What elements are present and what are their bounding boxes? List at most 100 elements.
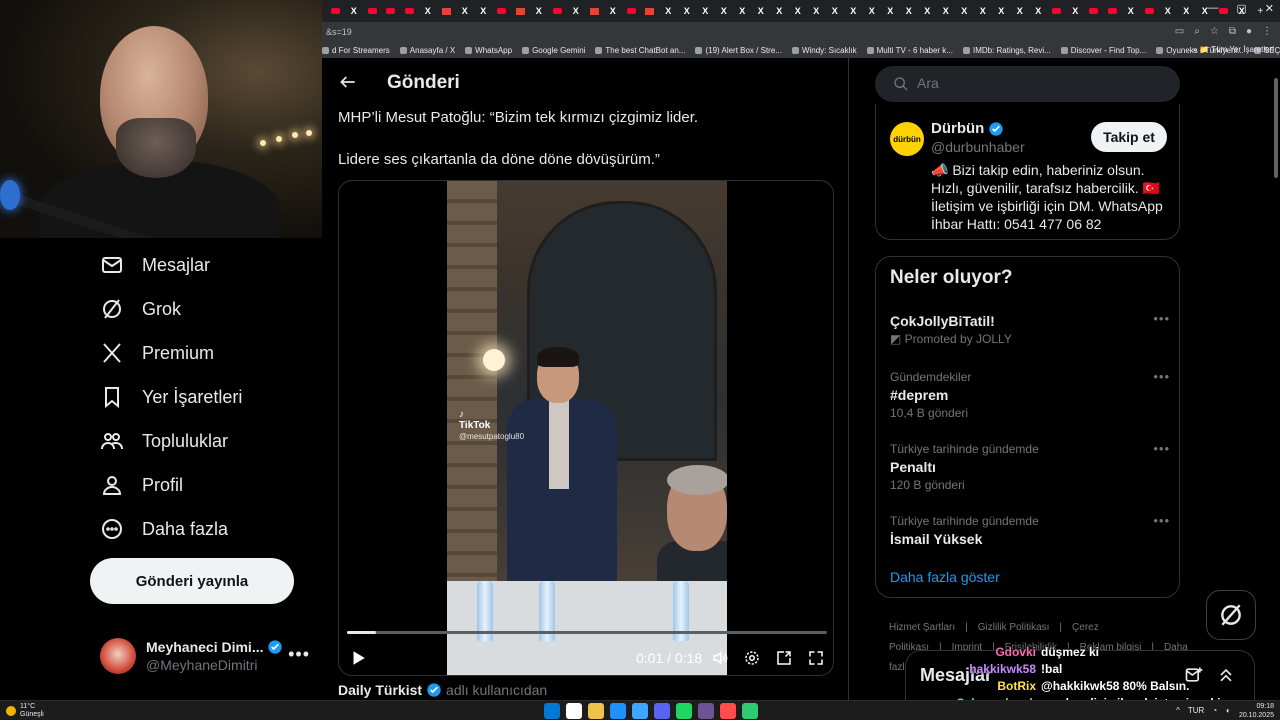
bookmark-item[interactable]: IMDb: Ratings, Revi...	[962, 46, 1051, 55]
browser-tab[interactable]: X	[807, 3, 826, 19]
trend-item[interactable]: ÇokJollyBiTatil! ◩ Promoted by JOLLY •••	[890, 311, 1170, 347]
picture-in-picture-icon[interactable]	[775, 649, 793, 667]
browser-tab[interactable]: X	[530, 3, 549, 19]
browser-tab[interactable]	[585, 3, 604, 19]
browser-tab[interactable]	[1140, 3, 1159, 19]
bookmark-item[interactable]: Windy: Sıcaklık	[791, 46, 857, 55]
browser-tab[interactable]	[622, 3, 641, 19]
browser-tab[interactable]: X	[881, 3, 900, 19]
browser-tab[interactable]	[548, 3, 567, 19]
grok-button[interactable]	[1206, 590, 1256, 640]
browser-tab[interactable]	[326, 3, 345, 19]
page-scrollbar[interactable]	[1273, 58, 1279, 700]
browser-tab[interactable]	[437, 3, 456, 19]
browser-tab[interactable]: X	[733, 3, 752, 19]
browser-tab[interactable]	[363, 3, 382, 19]
taskbar-app-icon[interactable]	[720, 703, 736, 719]
search-input[interactable]	[917, 75, 1157, 91]
all-bookmarks[interactable]: » 📁 Tüm Yer İşaretleri	[1193, 45, 1274, 54]
browser-tab[interactable]: X	[419, 3, 438, 19]
trend-item[interactable]: Gündemdekiler #deprem 10,4 B gönderi •••	[890, 369, 1170, 421]
trend-item[interactable]: Türkiye tarihinde gündemde Penaltı 120 B…	[890, 441, 1170, 493]
browser-tab[interactable]: X	[1011, 3, 1030, 19]
video-progress-bar[interactable]	[347, 631, 827, 634]
browser-tab[interactable]: X	[696, 3, 715, 19]
taskbar-app-icon[interactable]	[632, 703, 648, 719]
star-icon[interactable]: ☆	[1210, 26, 1219, 37]
durbun-logo[interactable]: dürbün	[890, 122, 924, 156]
taskbar-app-icon[interactable]	[544, 703, 560, 719]
trend-more-icon[interactable]: •••	[1153, 311, 1170, 326]
browser-tab[interactable]	[1085, 3, 1104, 19]
chevron-up-icon[interactable]: ^	[1176, 706, 1180, 715]
browser-tab[interactable]: X	[474, 3, 493, 19]
zoom-icon[interactable]: ⌕	[1194, 26, 1200, 37]
close-icon[interactable]: ✕	[1265, 2, 1274, 15]
browser-tab[interactable]	[1103, 3, 1122, 19]
browser-tab[interactable]	[511, 3, 530, 19]
speaker-icon[interactable]: ◖	[1225, 706, 1230, 715]
taskbar-app-icon[interactable]	[698, 703, 714, 719]
browser-tab[interactable]: X	[604, 3, 623, 19]
browser-tab[interactable]: X	[752, 3, 771, 19]
post-button[interactable]: Gönderi yayınla	[90, 558, 294, 604]
browser-tab[interactable]: X	[345, 3, 364, 19]
browser-tab[interactable]: X	[456, 3, 475, 19]
taskbar-app-icon[interactable]	[566, 703, 582, 719]
taskbar-app-icon[interactable]	[588, 703, 604, 719]
account-more-icon[interactable]: •••	[288, 644, 310, 665]
weather-widget[interactable]: 11°C Güneşli	[6, 703, 44, 719]
nav-item-profile[interactable]: Profil	[100, 470, 183, 500]
browser-tab[interactable]: X	[770, 3, 789, 19]
browser-tab[interactable]: X	[900, 3, 919, 19]
trend-more-icon[interactable]: •••	[1153, 369, 1170, 384]
taskbar-app-icon[interactable]	[676, 703, 692, 719]
browser-tab[interactable]: X	[955, 3, 974, 19]
browser-tab[interactable]: X	[918, 3, 937, 19]
account-switcher[interactable]: Meyhaneci Dimi... @MeyhaneDimitri •••	[100, 636, 310, 676]
back-button[interactable]	[338, 72, 358, 92]
browser-tab[interactable]	[493, 3, 512, 19]
browser-tab[interactable]: X	[1122, 3, 1141, 19]
trend-more-icon[interactable]: •••	[1153, 513, 1170, 528]
url-text[interactable]: &s=19	[326, 27, 352, 37]
wifi-icon[interactable]: ◔	[1212, 706, 1217, 715]
follow-button[interactable]: Takip et	[1091, 122, 1167, 152]
settings-gear-icon[interactable]	[743, 649, 761, 667]
nav-item-bookmarks[interactable]: Yer İşaretleri	[100, 382, 242, 412]
taskbar-app-icon[interactable]	[654, 703, 670, 719]
profile-handle[interactable]: @durbunhaber	[931, 139, 1025, 155]
browser-tab[interactable]	[1048, 3, 1067, 19]
nav-item-communities[interactable]: Topluluklar	[100, 426, 228, 456]
bookmark-item[interactable]: WhatsApp	[465, 46, 512, 55]
browser-tab[interactable]: X	[1159, 3, 1178, 19]
nav-item-grok[interactable]: Grok	[100, 294, 181, 324]
browser-tab[interactable]: X	[974, 3, 993, 19]
taskbar-app-icon[interactable]	[742, 703, 758, 719]
search-box[interactable]	[875, 66, 1180, 102]
bookmark-item[interactable]: Google Gemini	[522, 46, 585, 55]
browser-tab[interactable]: X	[567, 3, 586, 19]
browser-tab[interactable]: X	[1177, 3, 1196, 19]
nav-item-premium[interactable]: Premium	[100, 338, 214, 368]
fullscreen-icon[interactable]	[807, 649, 825, 667]
cast-icon[interactable]: ▭	[1175, 26, 1184, 37]
trend-item[interactable]: Türkiye tarihinde gündemde İsmail Yüksek…	[890, 513, 1170, 549]
play-icon[interactable]	[349, 649, 367, 667]
bookmark-item[interactable]: (19) Alert Box / Stre...	[695, 46, 782, 55]
bookmark-item[interactable]: Anasayfa / X	[399, 46, 455, 55]
profile-icon[interactable]: ●	[1246, 26, 1252, 37]
browser-tab[interactable]: X	[659, 3, 678, 19]
clock[interactable]: 09:18 20.10.2025	[1239, 702, 1274, 720]
extensions-icon[interactable]: ⧉	[1229, 26, 1236, 37]
bookmark-item[interactable]: Multi TV - 6 haber k...	[866, 46, 953, 55]
browser-tab[interactable]: X	[844, 3, 863, 19]
browser-tab[interactable]	[641, 3, 660, 19]
maximize-icon[interactable]: ▢	[1236, 2, 1246, 15]
browser-tab[interactable]: X	[715, 3, 734, 19]
nav-item-messages[interactable]: Mesajlar	[100, 250, 210, 280]
address-bar[interactable]: &s=19 ▭ ⌕ ☆ ⧉ ● ⋮	[322, 22, 1280, 42]
browser-tab[interactable]: X	[1066, 3, 1085, 19]
source-account-name[interactable]: Daily Türkist	[338, 682, 422, 698]
browser-tab[interactable]: X	[863, 3, 882, 19]
